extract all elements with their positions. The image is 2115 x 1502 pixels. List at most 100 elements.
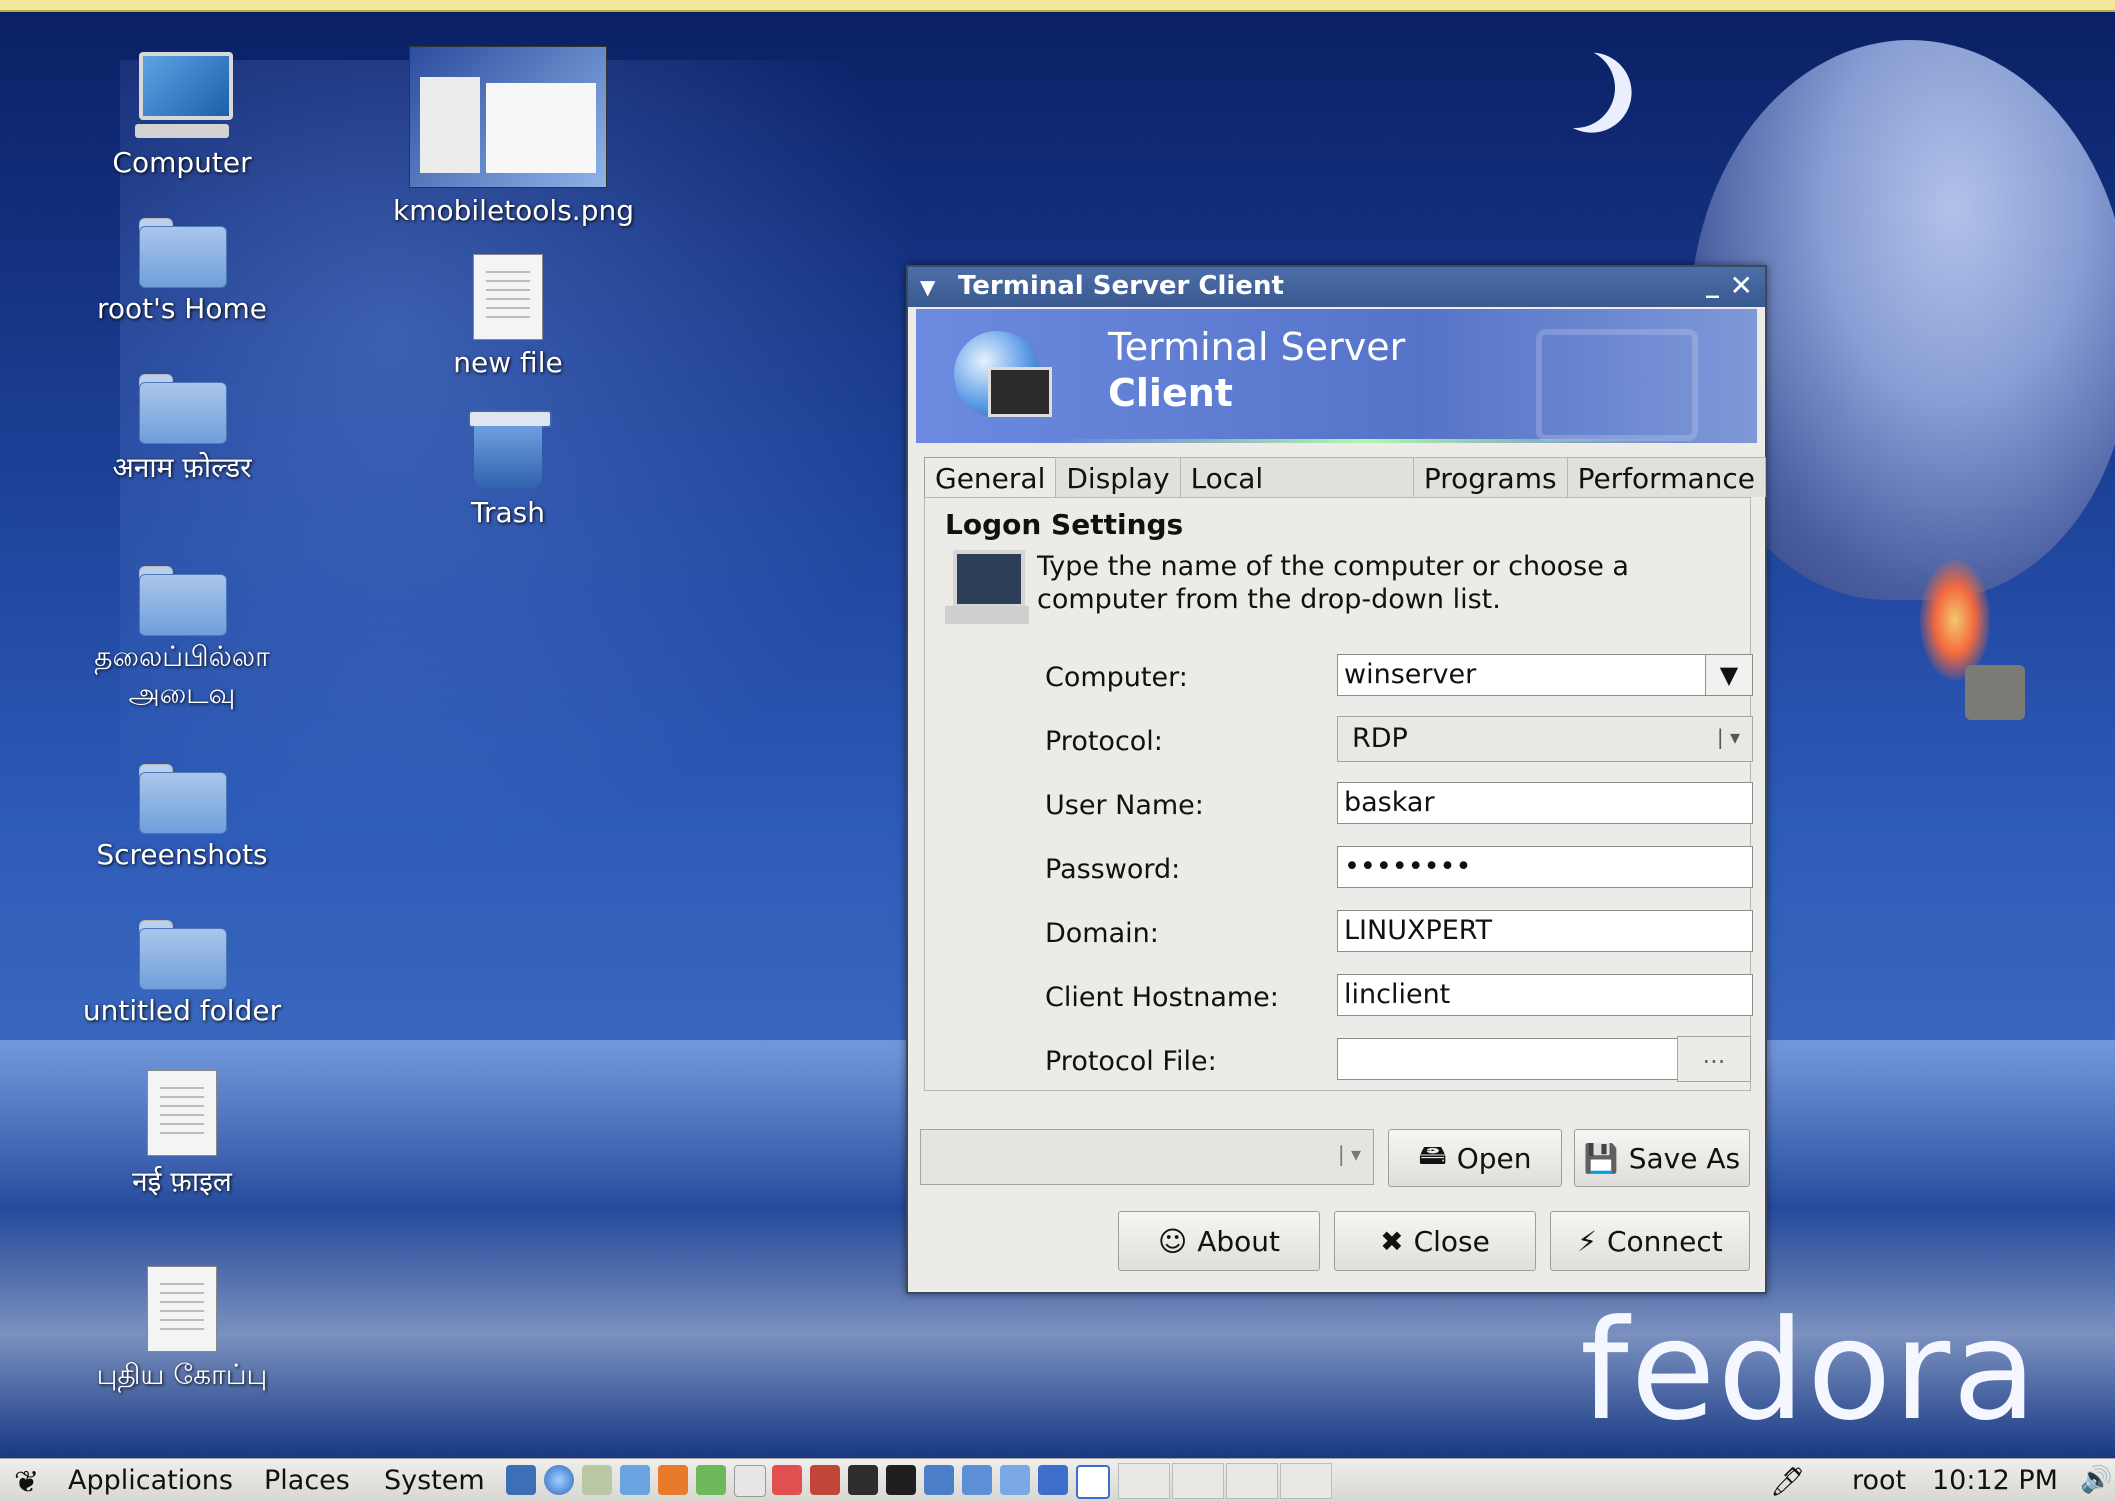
plug-icon: ⚡ <box>1577 1224 1597 1258</box>
desktop-icon-new-file[interactable]: new file <box>393 254 623 379</box>
applications-menu[interactable]: Applications <box>68 1465 233 1496</box>
network-icon[interactable] <box>924 1465 954 1495</box>
remote-desktop-icon[interactable] <box>962 1465 992 1495</box>
tab-bar: General Display Local Resources Programs… <box>924 457 1766 528</box>
window-menu-icon[interactable]: ▼ <box>920 275 935 299</box>
folder-icon <box>139 566 227 636</box>
chevron-down-icon[interactable]: ▼ <box>1705 655 1752 695</box>
desktop-icon-new-file-tamil[interactable]: புதிய கோப்பு <box>72 1266 292 1395</box>
banner-title-line2: Client <box>1108 371 1233 415</box>
tools-icon[interactable] <box>810 1465 840 1495</box>
volume-icon[interactable]: 🔊 <box>2080 1465 2112 1495</box>
window-list-icon[interactable] <box>1000 1465 1030 1495</box>
s-app-icon[interactable] <box>848 1465 878 1495</box>
places-menu[interactable]: Places <box>264 1465 350 1496</box>
terminal-icon[interactable] <box>886 1465 916 1495</box>
instructions-text: Type the name of the computer or choose … <box>1037 550 1717 616</box>
desktop-icon-new-file-hindi[interactable]: नई फ़ाइल <box>72 1070 292 1200</box>
minimize-icon[interactable]: _ <box>1706 269 1719 299</box>
image-thumbnail-icon <box>409 46 607 188</box>
computer-icon <box>945 550 1029 628</box>
open-icon: 🖴 <box>1418 1138 1447 1171</box>
open-button[interactable]: 🖴 Open <box>1388 1129 1562 1187</box>
system-menu[interactable]: System <box>384 1465 485 1496</box>
username-input[interactable]: baskar <box>1337 782 1753 824</box>
mail-icon[interactable] <box>582 1465 612 1495</box>
calendar-icon[interactable] <box>772 1465 802 1495</box>
desktop-icon-label: अनाम फ़ोल्डर <box>112 451 252 484</box>
connection-file-select[interactable]: | ▾ <box>920 1129 1374 1185</box>
open-button-label: Open <box>1456 1141 1532 1175</box>
flame-icon <box>1920 560 1990 680</box>
computer-combo[interactable]: winserver ▼ <box>1337 654 1753 696</box>
protocol-select[interactable]: RDP | ▾ <box>1337 716 1753 762</box>
close-button-label: Close <box>1413 1224 1490 1258</box>
banner-divider <box>1056 439 1676 443</box>
desktop-icon-computer[interactable]: Computer <box>72 52 292 179</box>
terminal-server-client-window: ▼ Terminal Server Client _ ✕ Terminal Se… <box>906 265 1767 1294</box>
about-button-label: About <box>1197 1224 1280 1258</box>
computer-input[interactable]: winserver <box>1344 659 1476 690</box>
globe-computer-icon <box>954 331 1052 417</box>
document-icon <box>147 1070 217 1156</box>
client-hostname-input[interactable]: linclient <box>1337 974 1753 1016</box>
browse-button[interactable]: ... <box>1677 1036 1751 1082</box>
password-label: Password: <box>1045 854 1181 885</box>
document-icon <box>147 1266 217 1352</box>
close-window-icon[interactable]: ✕ <box>1730 269 1753 302</box>
launcher-icon[interactable] <box>506 1465 536 1495</box>
tab-performance[interactable]: Performance <box>1566 457 1766 497</box>
banner-title-line1: Terminal Server <box>1108 325 1406 369</box>
connect-button[interactable]: ⚡ Connect <box>1550 1211 1750 1271</box>
writer-icon[interactable] <box>620 1465 650 1495</box>
desktop-icon-kmobiletools[interactable]: kmobiletools.png <box>393 46 634 227</box>
desktop-icon-screenshots[interactable]: Screenshots <box>72 764 292 871</box>
computer-icon <box>135 52 233 140</box>
desktop-icon-folder-hindi[interactable]: अनाम फ़ोल्डर <box>72 374 292 486</box>
tab-general[interactable]: General <box>924 457 1057 497</box>
workspace-icon[interactable] <box>1076 1465 1110 1499</box>
client-hostname-label: Client Hostname: <box>1045 982 1279 1013</box>
show-desktop-icon[interactable] <box>1038 1465 1068 1495</box>
tab-local-resources[interactable]: Local Resources <box>1179 457 1414 528</box>
home-folder-icon <box>139 218 227 288</box>
workspace-3[interactable] <box>1226 1463 1278 1499</box>
close-button[interactable]: ✖ Close <box>1334 1211 1536 1271</box>
calc-icon[interactable] <box>696 1465 726 1495</box>
workspace-2[interactable] <box>1172 1463 1224 1499</box>
protocol-file-input[interactable] <box>1337 1038 1683 1080</box>
about-button[interactable]: ☺ About <box>1118 1211 1320 1271</box>
window-title: Terminal Server Client <box>958 271 1284 301</box>
impress-icon[interactable] <box>658 1465 688 1495</box>
user-name: root <box>1852 1465 1907 1496</box>
desktop-icon-label: அடைவு <box>128 677 236 710</box>
folder-icon <box>139 374 227 444</box>
tab-programs[interactable]: Programs <box>1412 457 1568 497</box>
text-editor-icon[interactable] <box>734 1465 766 1497</box>
desktop-icon-label: नई फ़ाइल <box>132 1165 232 1198</box>
save-as-button-label: Save As <box>1628 1141 1741 1175</box>
workspace-1[interactable] <box>1118 1463 1170 1499</box>
connect-button-label: Connect <box>1606 1224 1723 1258</box>
desktop-icon-trash[interactable]: Trash <box>393 410 623 529</box>
username-label: User Name: <box>1045 790 1204 821</box>
document-icon <box>473 254 543 340</box>
window-titlebar[interactable]: ▼ Terminal Server Client _ ✕ <box>908 267 1765 307</box>
clock[interactable]: 10:12 PM <box>1932 1465 2058 1496</box>
desktop-icon-label: Screenshots <box>96 838 268 871</box>
dropdown-arrow-icon: | ▾ <box>1337 1142 1361 1166</box>
tray-applet-icon[interactable]: 🖊 <box>1770 1465 1806 1498</box>
gnome-foot-icon[interactable]: ❦ <box>14 1465 39 1500</box>
domain-input[interactable]: LINUXPERT <box>1337 910 1753 952</box>
desktop-icon-untitled-folder[interactable]: untitled folder <box>72 920 292 1027</box>
tab-display[interactable]: Display <box>1055 457 1181 497</box>
workspace-4[interactable] <box>1280 1463 1332 1499</box>
folder-icon <box>139 764 227 834</box>
desktop-icon-home[interactable]: root's Home <box>72 218 292 325</box>
desktop-icon-label: root's Home <box>96 292 267 325</box>
password-input[interactable]: •••••••• <box>1337 846 1753 888</box>
desktop-icon-folder-tamil[interactable]: தலைப்பில்லா அடைவு <box>72 566 292 714</box>
protocol-label: Protocol: <box>1045 726 1163 757</box>
browser-icon[interactable] <box>544 1465 574 1495</box>
save-as-button[interactable]: 💾 Save As <box>1574 1129 1750 1187</box>
